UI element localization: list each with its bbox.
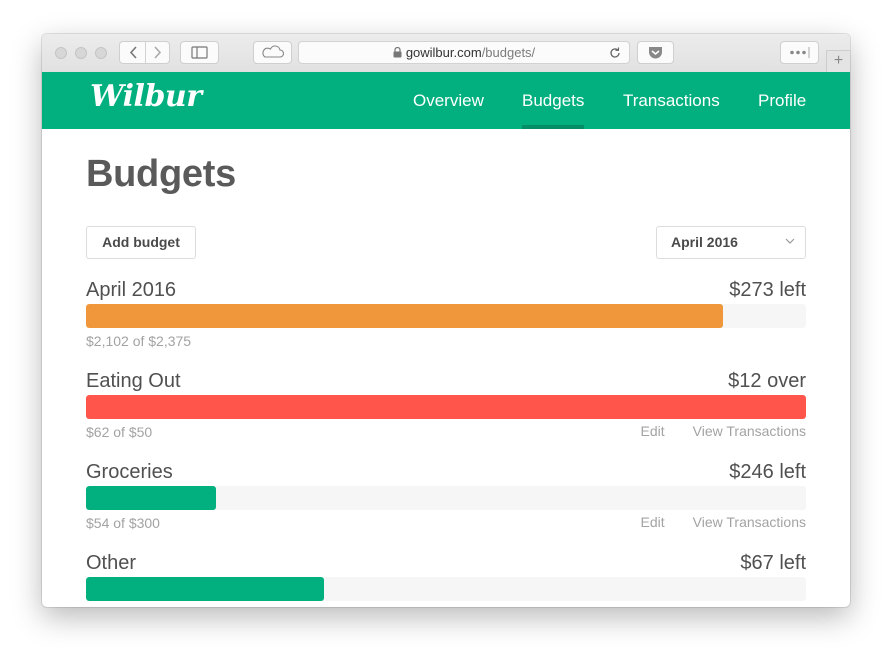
budget-actions: Edit View Transactions bbox=[613, 514, 806, 530]
budget-row: Other $67 left bbox=[86, 552, 806, 607]
view-transactions-link[interactable]: View Transactions bbox=[693, 423, 806, 439]
pocket-icon bbox=[649, 47, 662, 59]
sidebar-icon bbox=[191, 46, 208, 59]
budget-name: April 2016 bbox=[86, 279, 177, 301]
back-forward-buttons bbox=[119, 41, 170, 64]
nav-profile[interactable]: Profile bbox=[758, 72, 806, 129]
budget-amount: $62 of $50 bbox=[86, 424, 153, 440]
main-content: Budgets Add budget April 2016 April 2016… bbox=[42, 129, 850, 607]
page-title: Budgets bbox=[86, 153, 236, 195]
edit-budget-link[interactable]: Edit bbox=[641, 423, 665, 439]
icloud-tabs-button[interactable] bbox=[253, 41, 292, 64]
budget-name: Eating Out bbox=[86, 370, 181, 392]
budget-status: $273 left bbox=[729, 279, 806, 301]
period-select[interactable]: April 2016 bbox=[656, 226, 806, 259]
sidebar-toggle-button[interactable] bbox=[180, 41, 219, 64]
minimize-window-button[interactable] bbox=[75, 47, 87, 59]
budget-status: $67 left bbox=[740, 552, 806, 574]
url-path: /budgets/ bbox=[481, 45, 536, 60]
budget-actions: Edit View Transactions bbox=[613, 423, 806, 439]
nav-budgets[interactable]: Budgets bbox=[522, 72, 585, 129]
browser-window: gowilbur.com/budgets/ + Wilbur Overview … bbox=[42, 34, 850, 607]
url-domain: gowilbur.com bbox=[405, 45, 482, 60]
add-budget-button[interactable]: Add budget bbox=[86, 226, 196, 259]
budget-amount: $54 of $300 bbox=[86, 515, 160, 531]
app-navbar: Wilbur Overview Budgets Transactions Pro… bbox=[42, 72, 850, 129]
nav-transactions[interactable]: Transactions bbox=[623, 72, 720, 129]
budget-progress-track bbox=[86, 395, 806, 419]
zoom-window-button[interactable] bbox=[95, 47, 107, 59]
edit-budget-link[interactable]: Edit bbox=[641, 514, 665, 530]
budget-status: $246 left bbox=[729, 461, 806, 483]
budget-progress-bar bbox=[86, 577, 324, 601]
lock-icon bbox=[393, 47, 402, 58]
more-icon bbox=[790, 47, 810, 58]
view-transactions-link[interactable]: View Transactions bbox=[693, 514, 806, 530]
cloud-icon bbox=[262, 45, 285, 58]
budget-name: Other bbox=[86, 552, 137, 574]
wilbur-logo[interactable]: Wilbur bbox=[90, 79, 202, 114]
close-window-button[interactable] bbox=[55, 47, 67, 59]
reload-icon[interactable] bbox=[608, 46, 622, 60]
address-bar[interactable]: gowilbur.com/budgets/ bbox=[298, 41, 630, 64]
budget-row: Eating Out $12 over $62 of $50 Edit View … bbox=[86, 370, 806, 450]
new-tab-button[interactable]: + bbox=[826, 50, 850, 72]
nav-overview[interactable]: Overview bbox=[413, 72, 484, 129]
chevron-down-icon bbox=[785, 238, 795, 244]
budget-name: Groceries bbox=[86, 461, 173, 483]
budget-progress-bar bbox=[86, 304, 724, 328]
back-icon[interactable] bbox=[129, 46, 137, 59]
forward-icon[interactable] bbox=[154, 46, 162, 59]
pocket-button[interactable] bbox=[637, 41, 674, 64]
budget-amount: $2,102 of $2,375 bbox=[86, 333, 192, 349]
budget-row: April 2016 $273 left $2,102 of $2,375 bbox=[86, 279, 806, 359]
extensions-button[interactable] bbox=[780, 41, 819, 64]
budget-progress-bar bbox=[86, 486, 216, 510]
period-select-value: April 2016 bbox=[671, 234, 738, 250]
budget-progress-bar bbox=[86, 395, 806, 419]
browser-toolbar: gowilbur.com/budgets/ + bbox=[42, 34, 850, 73]
budget-row: Groceries $246 left $54 of $300 Edit View… bbox=[86, 461, 806, 541]
budget-progress-track bbox=[86, 577, 806, 601]
budget-status: $12 over bbox=[728, 370, 806, 392]
budget-progress-track bbox=[86, 486, 806, 510]
budget-progress-track bbox=[86, 304, 806, 328]
